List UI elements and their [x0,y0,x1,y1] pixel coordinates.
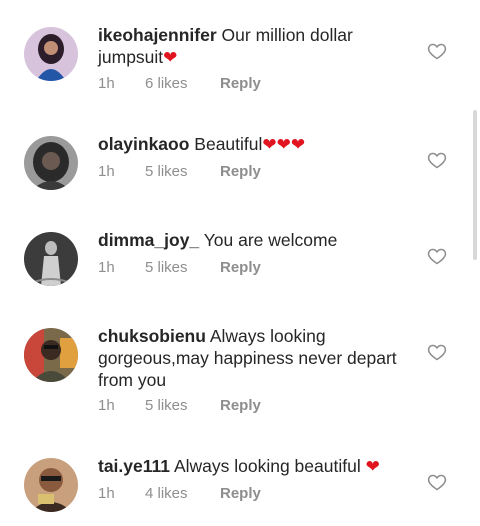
reply-button[interactable]: Reply [220,397,261,414]
heart-outline-icon[interactable] [427,342,447,362]
heart-outline-icon[interactable] [427,41,447,61]
comment-text: ikeohajennifer Our million dollar jumpsu… [98,24,414,69]
reply-button[interactable]: Reply [220,485,261,502]
reply-button[interactable]: Reply [220,75,261,92]
comment-username[interactable]: dimma_joy_ [98,230,199,250]
heart-outline-icon[interactable] [427,472,447,492]
comment-text: chuksobienu Always looking gorgeous,may … [98,325,414,391]
avatar[interactable] [24,136,78,190]
comment-meta: 1h 5 likes Reply [98,397,261,414]
comment-username[interactable]: olayinkaoo [98,134,189,154]
avatar[interactable] [24,27,78,81]
comment-text: tai.ye111 Always looking beautiful ❤ [98,455,414,478]
comment-likes[interactable]: 5 likes [145,163,220,180]
comment-meta: 1h 6 likes Reply [98,75,261,92]
comment-username[interactable]: chuksobienu [98,326,206,346]
comment-meta: 1h 5 likes Reply [98,259,261,276]
comment-message: Beautiful [194,134,263,154]
avatar[interactable] [24,232,78,286]
comment-likes[interactable]: 4 likes [145,485,220,502]
comment-message: Always looking beautiful [173,456,361,476]
comment-time: 1h [98,485,115,502]
heart-outline-icon[interactable] [427,150,447,170]
comment-time: 1h [98,397,115,414]
comment-time: 1h [98,259,115,276]
avatar[interactable] [24,458,78,512]
comment-username[interactable]: ikeohajennifer [98,25,217,45]
comment-meta: 1h 5 likes Reply [98,163,261,180]
comment-time: 1h [98,75,115,92]
comment-likes[interactable]: 5 likes [145,259,220,276]
reply-button[interactable]: Reply [220,163,261,180]
heart-emoji: ❤❤❤ [262,135,306,155]
heart-outline-icon[interactable] [427,246,447,266]
comment-text: dimma_joy_ You are welcome [98,229,414,251]
reply-button[interactable]: Reply [220,259,261,276]
comment-likes[interactable]: 5 likes [145,397,220,414]
comment-username[interactable]: tai.ye111 [98,456,170,476]
avatar[interactable] [24,328,78,382]
comment-time: 1h [98,163,115,180]
comment-meta: 1h 4 likes Reply [98,485,261,502]
comment-likes[interactable]: 6 likes [145,75,220,92]
heart-emoji: ❤ [163,48,178,68]
comment-text: olayinkaoo Beautiful❤❤❤ [98,133,414,156]
scrollbar[interactable] [473,110,477,260]
comment-message: You are welcome [203,230,338,250]
heart-emoji: ❤ [365,457,380,477]
